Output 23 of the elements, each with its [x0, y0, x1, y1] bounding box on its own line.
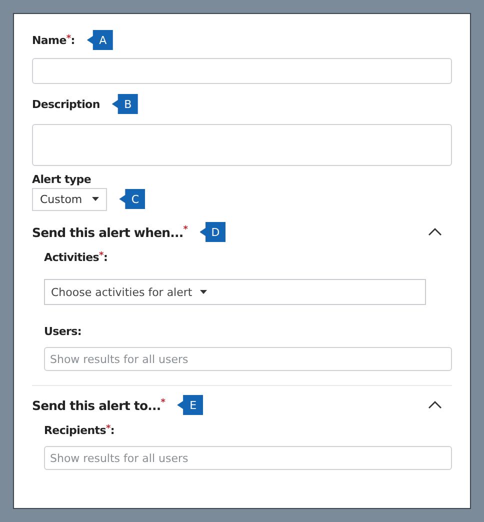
activities-dropdown[interactable]: Choose activities for alert [44, 279, 426, 305]
text-field[interactable] [32, 58, 452, 84]
callout-badge: A [86, 30, 113, 50]
text-field[interactable]: Show results for all users [44, 347, 452, 371]
callout-badge: B [112, 94, 138, 114]
field-label: Users: [44, 324, 82, 338]
callout-badge: E [177, 395, 204, 415]
section-title: Send this alert when...* [32, 224, 188, 240]
description-field[interactable] [32, 124, 452, 166]
caret-icon [200, 290, 208, 294]
field-label: Activities*: [44, 250, 108, 264]
field-label: Description [32, 98, 100, 110]
text-field[interactable]: Show results for all users [44, 446, 452, 470]
callout-badge: C [119, 189, 146, 209]
callout-badge: D [200, 222, 226, 242]
field-label: Alert type [32, 173, 92, 186]
section-title: Send this alert to...* [32, 398, 166, 412]
collapse-icon[interactable] [428, 228, 442, 236]
alert-type-dropdown[interactable]: Custom [32, 188, 108, 210]
caret-icon [92, 197, 100, 201]
field-label: Name*: [32, 34, 75, 46]
field-label: Recipients*: [44, 424, 114, 436]
collapse-icon[interactable] [428, 401, 442, 409]
